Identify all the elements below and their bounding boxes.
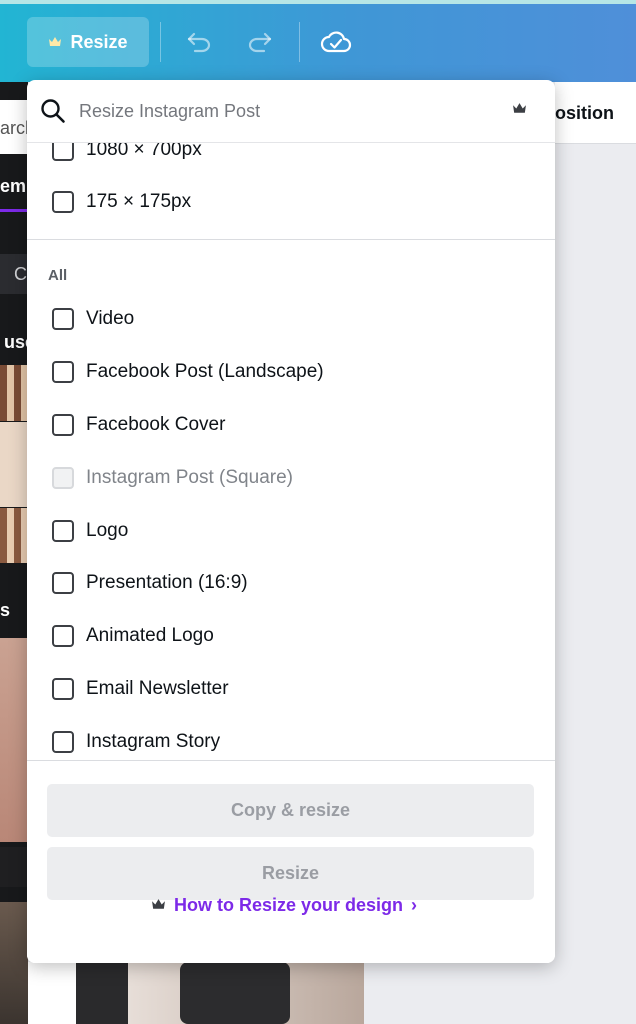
how-to-resize-label: How to Resize your design — [174, 895, 404, 915]
checkbox[interactable] — [52, 191, 74, 213]
checkbox[interactable] — [52, 731, 74, 753]
template-thumbnails-row — [28, 962, 364, 1024]
template-thumbnail[interactable] — [0, 422, 28, 507]
checkbox[interactable] — [52, 143, 74, 161]
template-thumbnail[interactable] — [0, 902, 28, 1024]
size-option-label: Instagram Story — [86, 731, 221, 752]
section-label-all: All — [48, 267, 68, 284]
position-tab[interactable]: osition — [555, 82, 636, 144]
resize-search-input[interactable] — [79, 98, 499, 124]
resize-button-label: Resize — [70, 31, 128, 52]
template-thumbnail[interactable] — [0, 365, 28, 421]
checkbox[interactable] — [52, 414, 74, 436]
size-options-list[interactable]: 1080 × 700px 175 × 175px All Video Faceb… — [27, 143, 555, 760]
resize-confirm-button[interactable]: Resize — [47, 847, 534, 900]
chevron-right-icon: › — [411, 895, 418, 915]
crown-icon — [48, 32, 62, 53]
size-option-animated-logo[interactable]: Animated Logo — [52, 621, 214, 651]
checkbox[interactable] — [52, 308, 74, 330]
section-heading: use — [0, 332, 28, 353]
size-option-label: Facebook Post (Landscape) — [86, 361, 324, 382]
resize-confirm-label: Resize — [261, 863, 320, 883]
crown-icon — [512, 102, 527, 120]
search-fragment: arch — [0, 118, 28, 138]
checkbox[interactable] — [52, 520, 74, 542]
template-thumbnail[interactable] — [28, 962, 76, 1024]
heading-fragment: s — [0, 600, 11, 620]
crown-icon — [151, 895, 166, 916]
checkbox[interactable] — [52, 572, 74, 594]
checkbox[interactable] — [52, 678, 74, 700]
size-option-instagram-story[interactable]: Instagram Story — [52, 727, 220, 757]
size-option-email-newsletter[interactable]: Email Newsletter — [52, 674, 229, 704]
how-to-resize-link[interactable]: How to Resize your design › — [151, 895, 417, 916]
toolbar-divider — [299, 22, 300, 62]
template-thumbnail[interactable] — [0, 638, 28, 842]
resize-button[interactable]: Resize — [27, 17, 149, 67]
size-option-instagram-post-square: Instagram Post (Square) — [52, 463, 293, 493]
copy-and-resize-button[interactable]: Copy & resize — [47, 784, 534, 837]
size-option-video[interactable]: Video — [52, 304, 134, 334]
resize-footer: Copy & resize Resize How to Resize your … — [27, 760, 555, 963]
template-thumbnail[interactable] — [0, 508, 28, 563]
size-option-facebook-cover[interactable]: Facebook Cover — [52, 410, 225, 440]
size-option-label: 175 × 175px — [86, 191, 192, 212]
chip-fragment: C — [14, 264, 27, 284]
redo-icon[interactable] — [244, 26, 276, 58]
toolbar-divider — [160, 22, 161, 62]
checkbox[interactable] — [52, 625, 74, 647]
template-thumbnail[interactable] — [0, 847, 28, 887]
cloud-saved-icon[interactable] — [320, 26, 352, 58]
size-option-logo[interactable]: Logo — [52, 516, 128, 546]
canvas-area — [555, 82, 636, 1024]
resize-search-bar — [27, 80, 555, 143]
size-option-label: Instagram Post (Square) — [86, 467, 293, 488]
section-heading: s — [0, 600, 28, 621]
size-option-custom[interactable]: 175 × 175px — [52, 187, 191, 217]
size-option-label: Facebook Cover — [86, 414, 226, 435]
search-icon — [40, 98, 66, 124]
template-search-input[interactable]: arch — [0, 100, 28, 154]
heading-fragment: use — [4, 332, 28, 352]
size-option-presentation[interactable]: Presentation (16:9) — [52, 568, 248, 598]
template-thumbnail[interactable] — [180, 962, 290, 1024]
size-option-label: Email Newsletter — [86, 678, 229, 699]
size-option-label: 1080 × 700px — [86, 143, 202, 160]
filter-chip[interactable]: C — [0, 254, 28, 294]
copy-and-resize-label: Copy & resize — [230, 800, 351, 820]
size-option-label: Animated Logo — [86, 625, 214, 646]
left-side-panel: arch emp C use s — [0, 82, 28, 1024]
size-option-facebook-post-landscape[interactable]: Facebook Post (Landscape) — [52, 357, 324, 387]
tab-fragment: emp — [0, 176, 28, 196]
section-divider — [27, 239, 555, 240]
resize-dropdown: 1080 × 700px 175 × 175px All Video Faceb… — [27, 80, 555, 963]
size-option-label: Video — [86, 308, 135, 329]
checkbox — [52, 467, 74, 489]
checkbox[interactable] — [52, 361, 74, 383]
size-option-label: Logo — [86, 520, 129, 541]
templates-tab[interactable]: emp — [0, 154, 28, 212]
size-option-label: Presentation (16:9) — [86, 572, 248, 593]
top-toolbar: Resize — [0, 0, 636, 82]
size-option-custom[interactable]: 1080 × 700px — [52, 143, 202, 165]
undo-icon[interactable] — [183, 26, 215, 58]
position-tab-label: osition — [555, 103, 614, 123]
toolbar-top-strip — [0, 0, 636, 4]
